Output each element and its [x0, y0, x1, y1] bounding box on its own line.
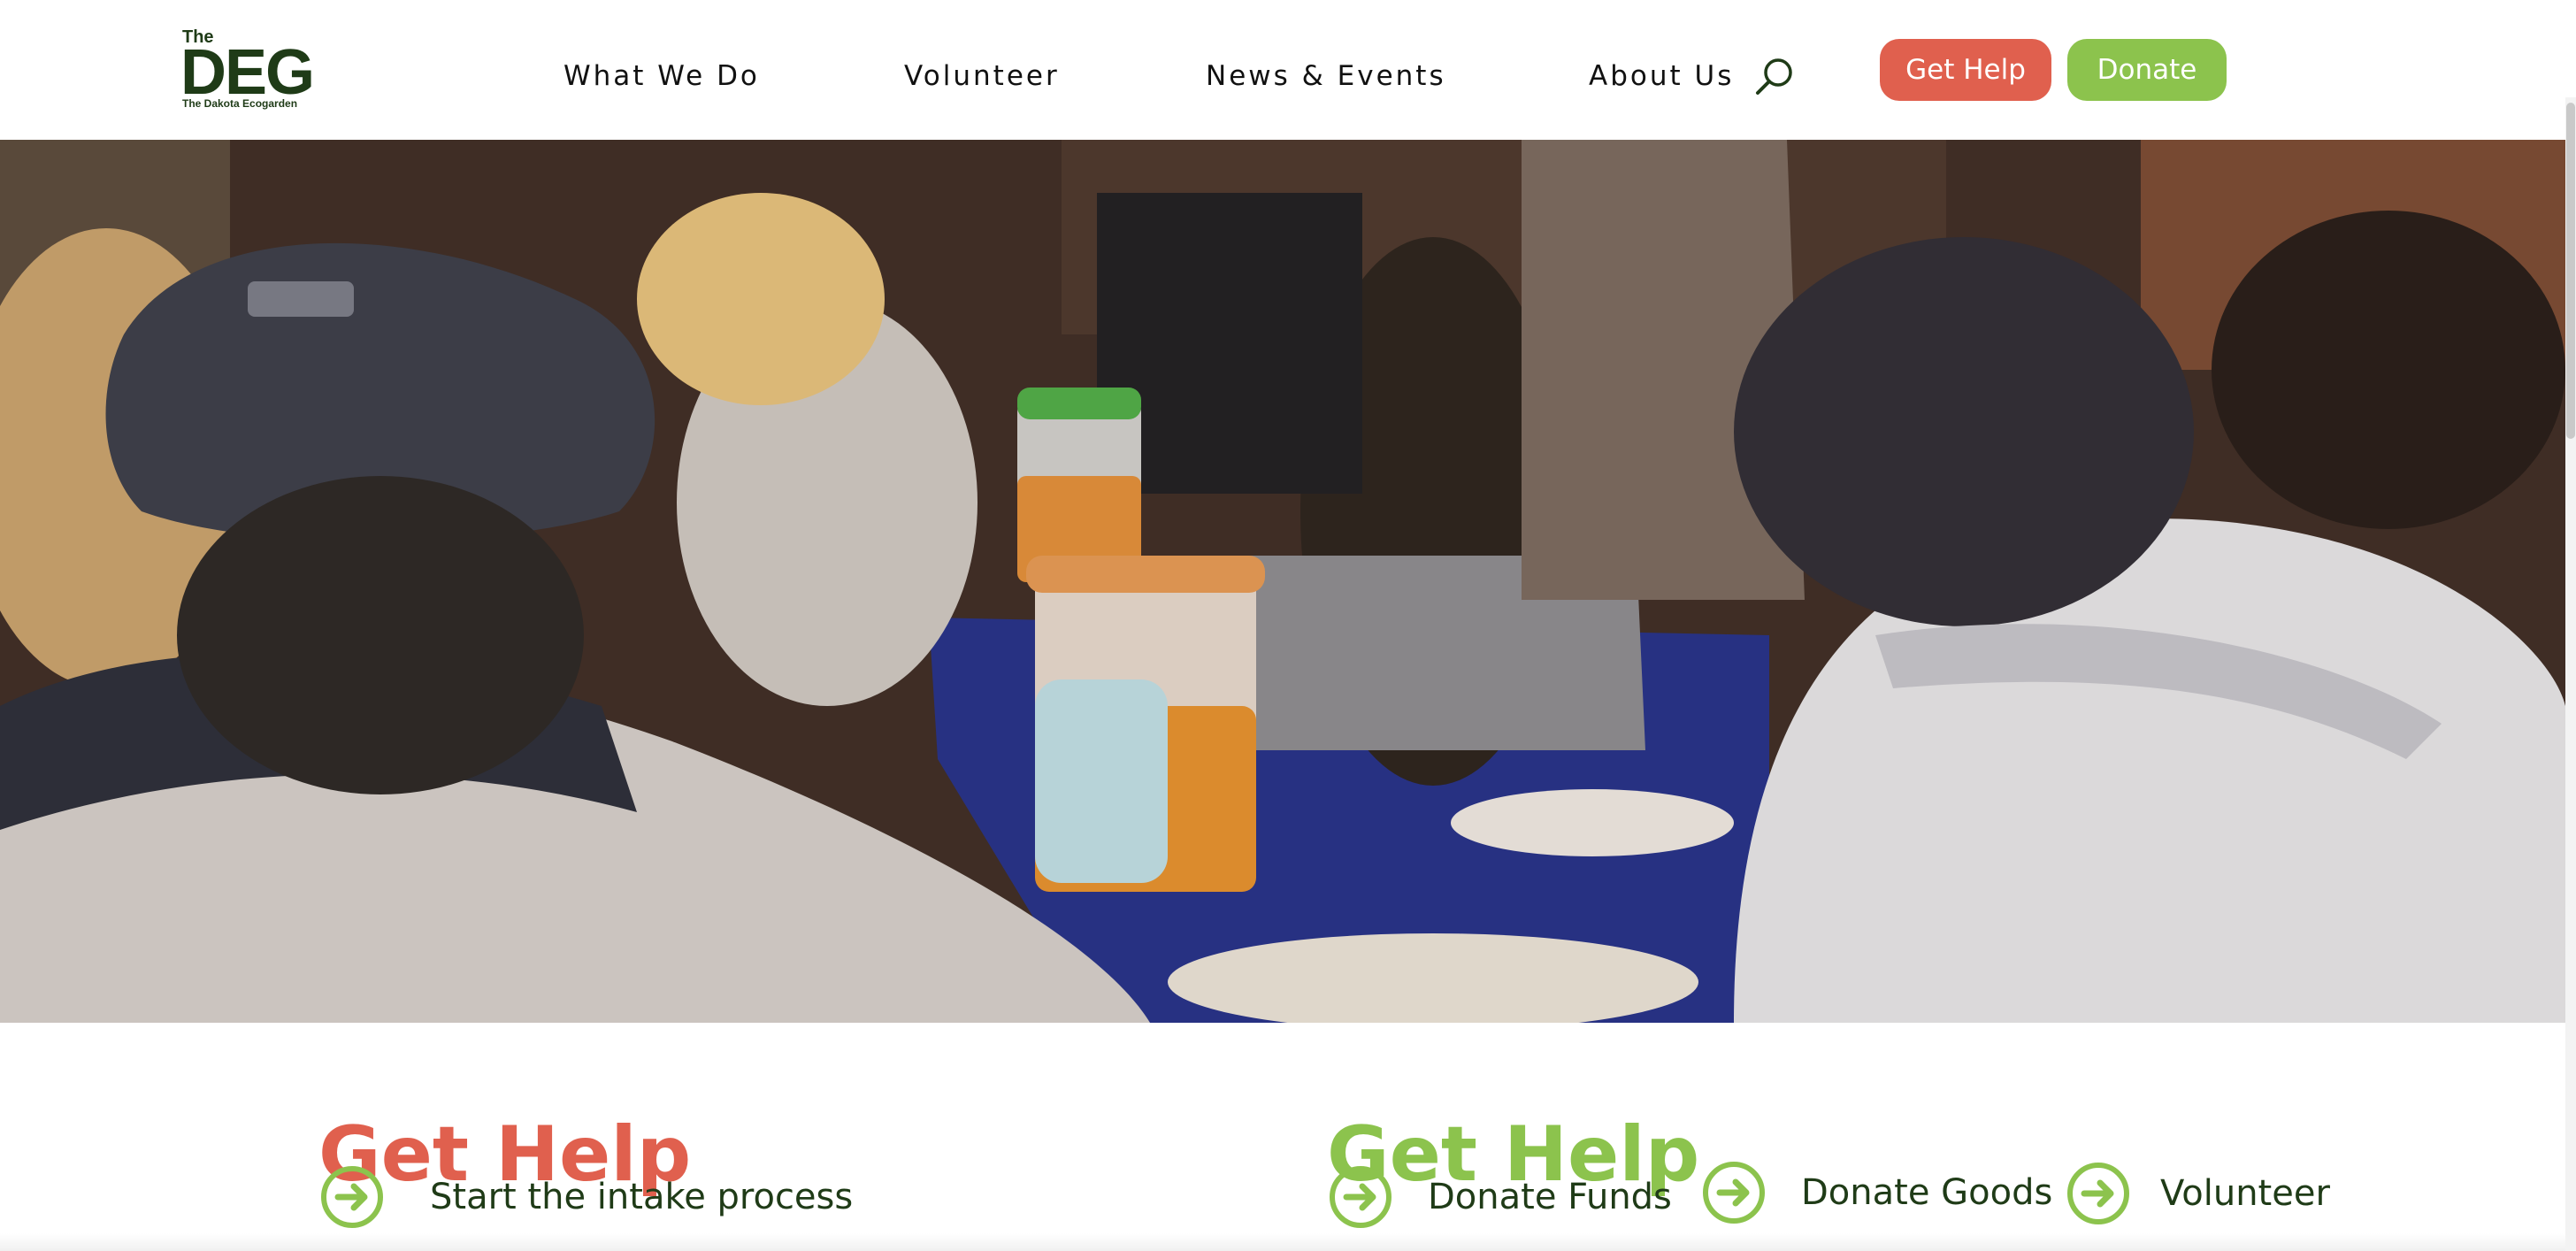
donate-funds-link[interactable]: Donate Funds [1329, 1165, 1672, 1229]
donate-goods-label: Donate Goods [1801, 1172, 2053, 1213]
arrow-right-circle-icon [1329, 1165, 1392, 1229]
arrow-right-circle-icon [2066, 1162, 2130, 1225]
volunteer-link[interactable]: Volunteer [2066, 1162, 2330, 1225]
get-help-button[interactable]: Get Help [1880, 39, 2051, 101]
bottom-shadow [0, 1233, 2565, 1251]
nav-news-events[interactable]: News & Events [1206, 60, 1446, 92]
search-icon[interactable] [1753, 55, 1796, 97]
volunteer-label: Volunteer [2160, 1173, 2330, 1214]
site-logo[interactable]: The DEG The Dakota Ecogarden [180, 28, 331, 113]
nav-what-we-do[interactable]: What We Do [564, 60, 760, 92]
logo-mark: DEG [180, 37, 315, 108]
donate-goods-link[interactable]: Donate Goods [1702, 1161, 2052, 1224]
site-header: The DEG The Dakota Ecogarden What We Do … [0, 0, 2576, 140]
nav-about-us[interactable]: About Us [1589, 60, 1734, 92]
logo-subtitle: The Dakota Ecogarden [182, 97, 298, 110]
scrollbar-thumb[interactable] [2566, 103, 2575, 439]
start-intake-link[interactable]: Start the intake process [320, 1165, 853, 1229]
arrow-right-circle-icon [1702, 1161, 1766, 1224]
donate-button[interactable]: Donate [2067, 39, 2227, 101]
arrow-right-circle-icon [320, 1165, 384, 1229]
hero-image [0, 140, 2565, 1023]
hero-photo-illustration [0, 140, 2565, 1023]
donate-funds-label: Donate Funds [1428, 1177, 1672, 1217]
nav-volunteer[interactable]: Volunteer [904, 60, 1060, 92]
start-intake-label: Start the intake process [430, 1177, 854, 1217]
